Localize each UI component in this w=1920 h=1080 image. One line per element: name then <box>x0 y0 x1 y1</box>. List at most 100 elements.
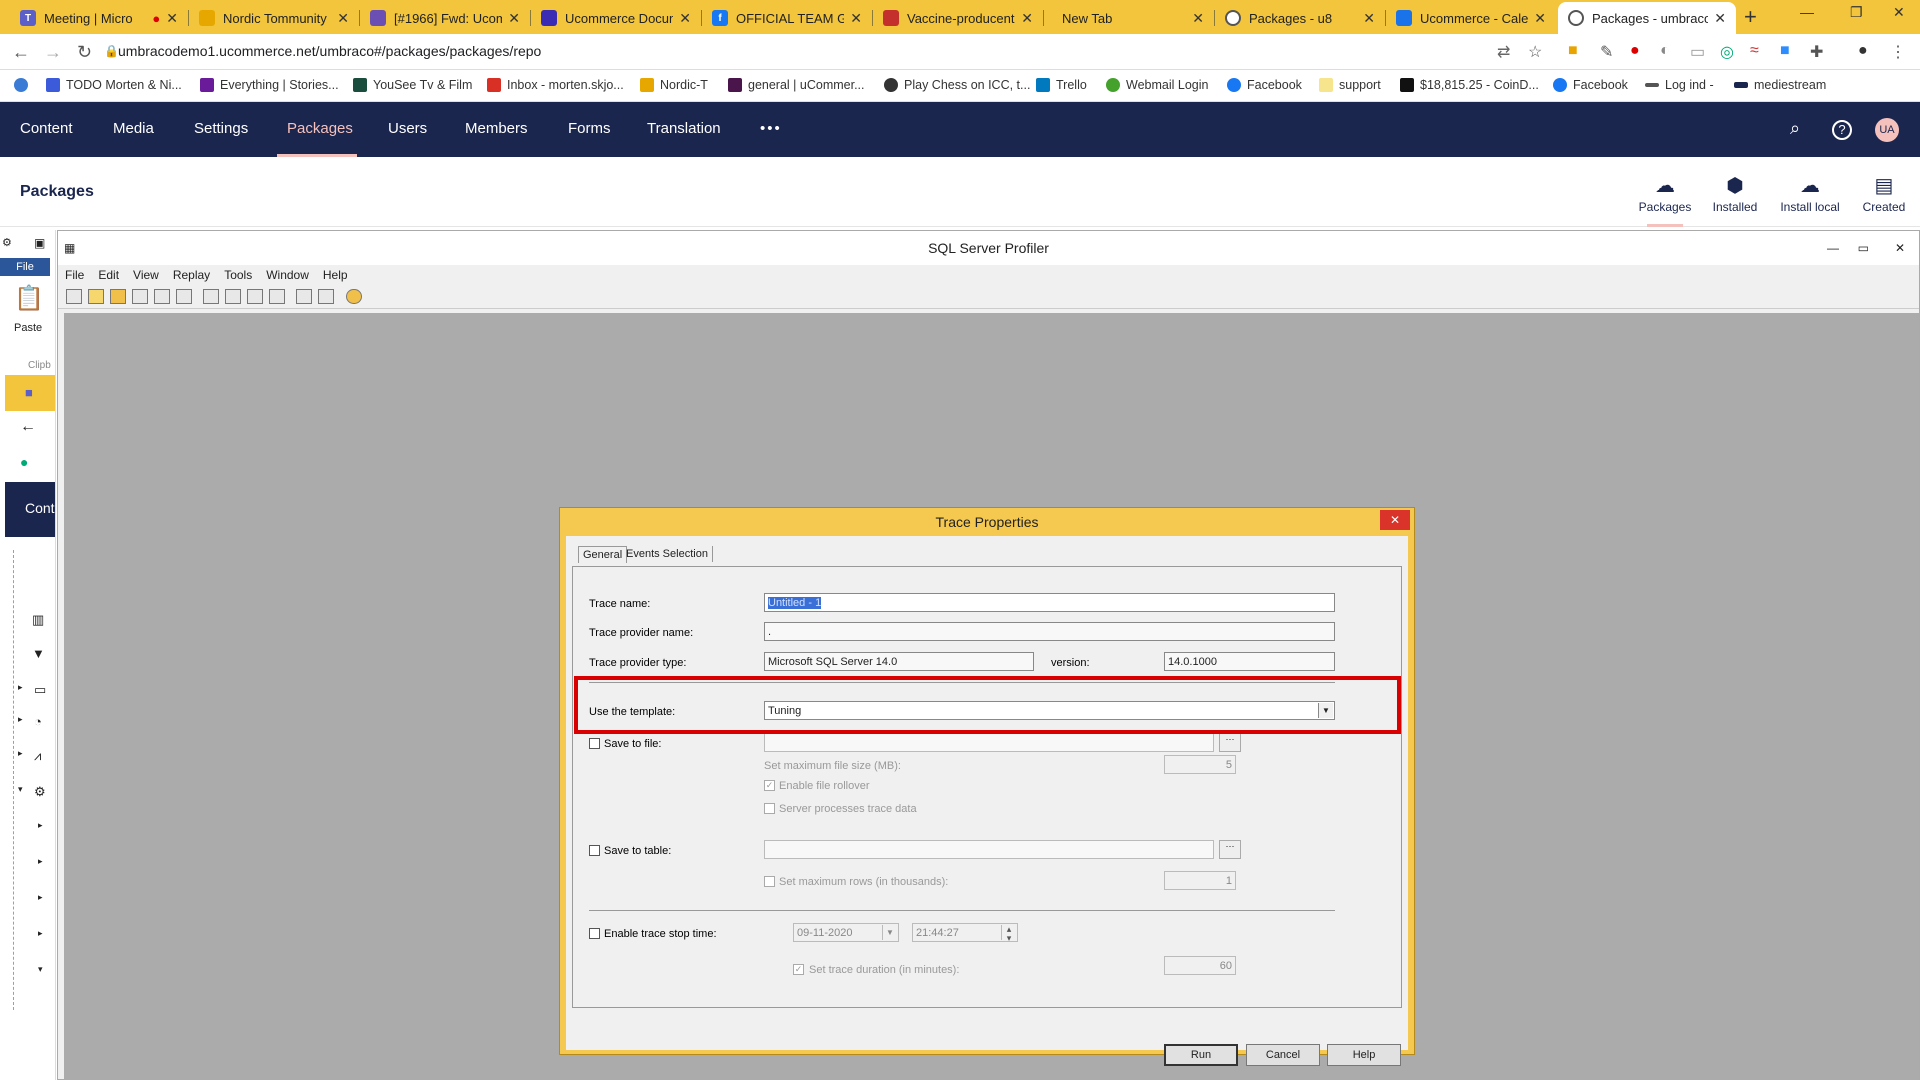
close-tab-icon[interactable]: ✕ <box>1192 10 1204 27</box>
expand-icon[interactable]: ▸ <box>38 820 43 831</box>
expand-icon[interactable]: ▸ <box>38 928 43 939</box>
collapse-icon[interactable]: ▾ <box>18 784 23 795</box>
nav-media[interactable]: Media <box>113 120 154 137</box>
server-processes-checkbox[interactable] <box>764 803 775 814</box>
minimize-window-icon[interactable]: — <box>1800 4 1814 20</box>
tab-general[interactable]: General <box>578 546 628 563</box>
duration-input[interactable]: 60 <box>1164 956 1236 975</box>
close-tab-icon[interactable]: ✕ <box>1021 10 1033 27</box>
close-tab-icon[interactable]: ✕ <box>508 10 520 27</box>
browser-tab[interactable]: f OFFICIAL TEAM GRE ✕ <box>702 2 872 34</box>
nav-translation[interactable]: Translation <box>647 120 721 137</box>
menu-tools[interactable]: Tools <box>217 265 259 285</box>
close-dialog-button[interactable]: ✕ <box>1380 510 1410 530</box>
maximize-window-icon[interactable]: ▭ <box>1858 231 1869 265</box>
extension-icon[interactable]: ◎ <box>1720 42 1734 62</box>
back-arrow-icon[interactable]: ← <box>12 42 30 63</box>
close-tab-icon[interactable]: ✕ <box>1534 10 1546 27</box>
globe-icon[interactable] <box>14 78 34 92</box>
extension-icon[interactable]: ■ <box>1568 42 1578 60</box>
file-rollover-checkbox[interactable]: ✓ <box>764 780 775 791</box>
nav-settings[interactable]: Settings <box>194 120 248 137</box>
expand-icon[interactable]: ▸ <box>18 682 23 693</box>
help-button[interactable]: Help <box>1327 1044 1401 1066</box>
bookmark-item[interactable]: Facebook <box>1227 78 1302 92</box>
browser-tab[interactable]: Packages - u8 ✕ <box>1215 2 1385 34</box>
close-tab-icon[interactable]: ✕ <box>850 10 862 27</box>
duration-checkbox[interactable]: ✓ <box>793 964 804 975</box>
bookmark-item[interactable]: TODO Morten & Ni... <box>46 78 182 92</box>
expand-icon[interactable]: ▸ <box>38 892 43 903</box>
clear-icon[interactable] <box>269 289 285 304</box>
close-tab-icon[interactable]: ✕ <box>1714 10 1726 27</box>
max-file-size-input[interactable]: 5 <box>1164 755 1236 774</box>
help-icon[interactable]: ? <box>1832 120 1852 140</box>
extension-icon[interactable]: ≈ <box>1750 42 1759 60</box>
profile-icon[interactable]: ● <box>1858 42 1868 60</box>
help-icon[interactable] <box>346 289 362 304</box>
translate-icon[interactable]: ⇄ <box>1497 42 1510 62</box>
extension-icon[interactable]: ▭ <box>1690 42 1705 62</box>
back-arrow-icon[interactable]: ← <box>20 418 36 436</box>
browser-tab-active[interactable]: Packages - umbraco ✕ <box>1558 2 1736 34</box>
save-table-input[interactable] <box>764 840 1214 859</box>
kebab-menu-icon[interactable]: ⋮ <box>1890 42 1906 62</box>
url-input[interactable]: umbracodemo1.ucommerce.net/umbraco#/pack… <box>118 43 541 59</box>
expand-icon[interactable]: ▸ <box>38 856 43 867</box>
browser-tab[interactable]: T Meeting | Micro ● ✕ <box>10 2 188 34</box>
opera-icon[interactable]: ● <box>1630 42 1640 60</box>
browser-tab[interactable]: New Tab ✕ <box>1044 2 1214 34</box>
browse-table-icon[interactable]: ⋯ <box>1219 840 1241 859</box>
pause-icon[interactable] <box>225 289 241 304</box>
menu-window[interactable]: Window <box>259 265 316 285</box>
browser-tab[interactable]: [#1966] Fwd: Ucom ✕ <box>360 2 530 34</box>
new-template-icon[interactable] <box>88 289 104 304</box>
shirt-icon[interactable]: ▼ <box>32 646 45 661</box>
file-tab[interactable]: File <box>0 258 50 276</box>
tab-created[interactable]: ▤ Created <box>1848 157 1920 227</box>
perfmon-icon[interactable] <box>318 289 334 304</box>
star-icon[interactable]: ☆ <box>1528 42 1542 62</box>
browser-tab[interactable]: Ucommerce Docum ✕ <box>531 2 701 34</box>
browse-file-icon[interactable]: ⋯ <box>1219 733 1241 752</box>
minimize-window-icon[interactable]: — <box>1827 231 1839 265</box>
close-tab-icon[interactable]: ✕ <box>1363 10 1375 27</box>
line-chart-icon[interactable]: ⩘ <box>34 748 41 764</box>
close-window-icon[interactable]: ✕ <box>1893 4 1905 21</box>
bookmark-item[interactable]: Log ind - <box>1645 78 1714 92</box>
stop-date-picker[interactable]: 09-11-2020 ▼ <box>793 923 899 942</box>
reload-icon[interactable]: ↻ <box>77 42 92 63</box>
bookmark-item[interactable]: support <box>1319 78 1381 92</box>
tuning-advisor-icon[interactable] <box>296 289 312 304</box>
chevron-down-icon[interactable]: ▼ <box>882 925 897 940</box>
stop-icon[interactable] <box>247 289 263 304</box>
spinner-icon[interactable]: ▴ ▾ <box>1001 925 1016 943</box>
menu-view[interactable]: View <box>126 265 166 285</box>
save-icon[interactable] <box>132 289 148 304</box>
nav-forms[interactable]: Forms <box>568 120 611 137</box>
bookmark-item[interactable]: Inbox - morten.skjo... <box>487 78 624 92</box>
bookmark-item[interactable]: mediestream <box>1734 78 1826 92</box>
browser-tab[interactable]: Ucommerce - Calen ✕ <box>1386 2 1556 34</box>
menu-replay[interactable]: Replay <box>166 265 217 285</box>
run-button[interactable]: Run <box>1164 1044 1238 1066</box>
max-rows-input[interactable]: 1 <box>1164 871 1236 890</box>
collapse-icon[interactable]: ▾ <box>38 964 43 975</box>
save-file-path-input[interactable] <box>764 733 1214 752</box>
nav-content[interactable]: Content <box>20 120 73 137</box>
nav-packages[interactable]: Packages <box>287 120 353 137</box>
find-icon[interactable] <box>176 289 192 304</box>
puzzle-icon[interactable]: ✚ <box>1810 42 1823 62</box>
bookmark-item[interactable]: YouSee Tv & Film <box>353 78 472 92</box>
tab-events-selection[interactable]: Events Selection <box>622 546 713 562</box>
extension-icon[interactable]: ◐ <box>1660 42 1670 60</box>
nav-members[interactable]: Members <box>465 120 528 137</box>
bookmark-item[interactable]: Nordic-T <box>640 78 708 92</box>
bookmark-item[interactable]: $18,815.25 - CoinD... <box>1400 78 1539 92</box>
tab-install-local[interactable]: ☁ Install local <box>1774 157 1846 227</box>
browser-tab[interactable]: Nordic Tommunity ✕ <box>189 2 359 34</box>
save-to-file-checkbox[interactable] <box>589 738 600 749</box>
expand-icon[interactable]: ▸ <box>18 714 23 725</box>
bookmark-item[interactable]: Everything | Stories... <box>200 78 339 92</box>
expand-icon[interactable]: ▸ <box>18 748 23 759</box>
